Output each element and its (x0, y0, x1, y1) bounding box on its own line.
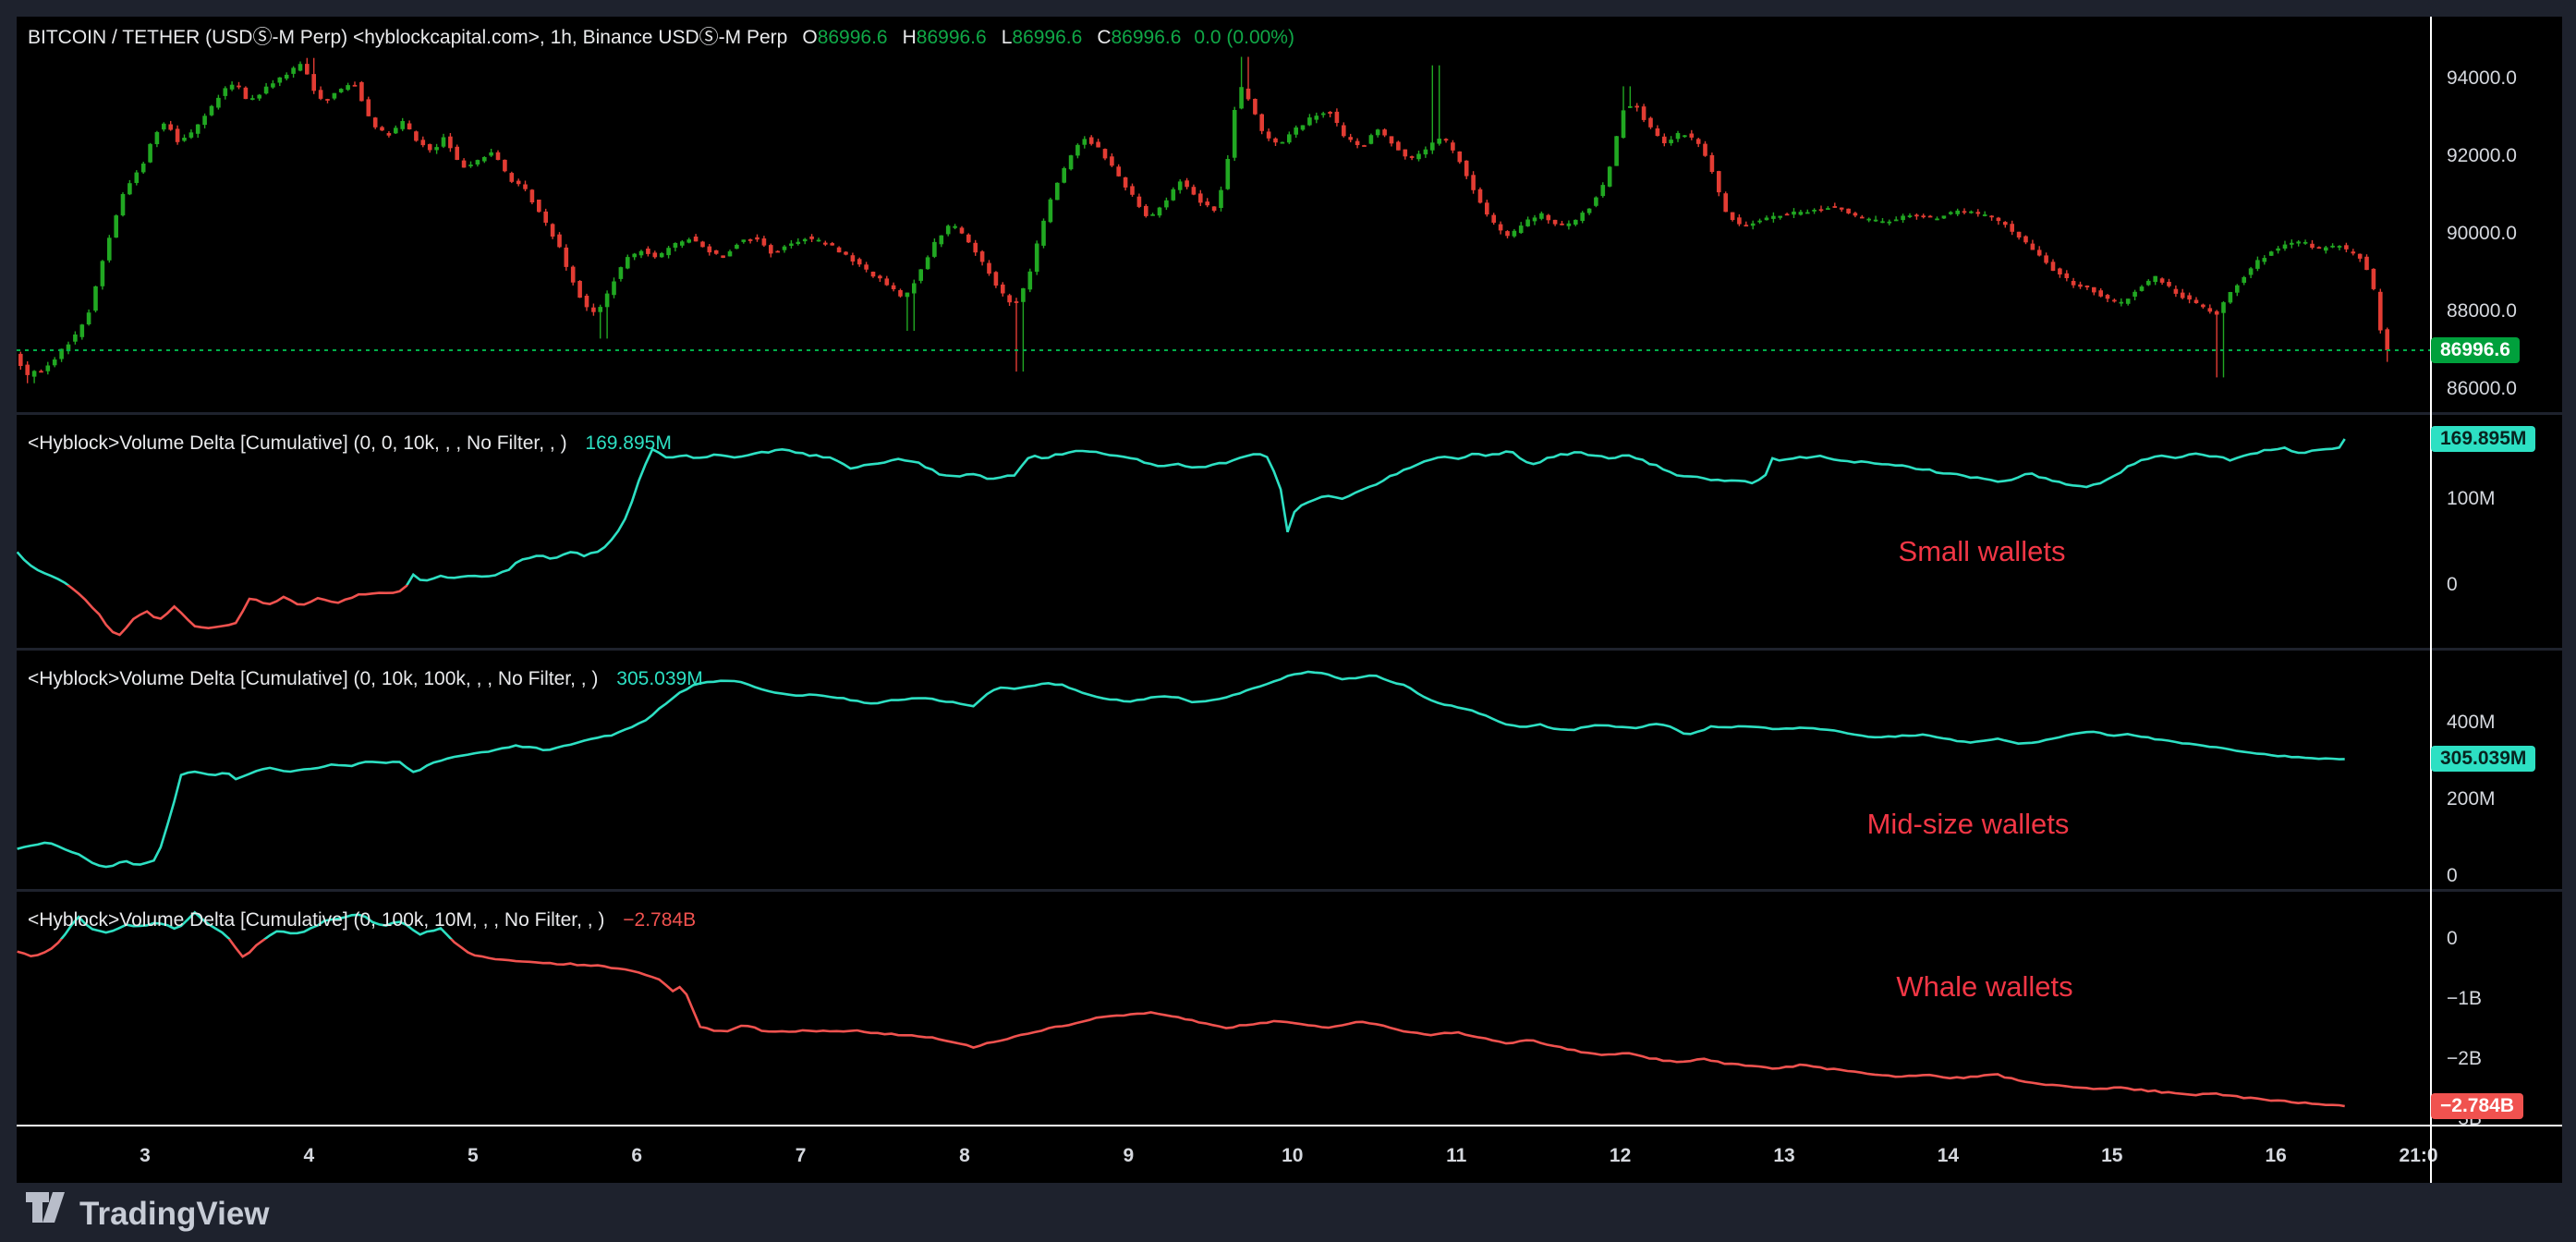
indicator-legend-whale-wallets[interactable]: <Hyblock>Volume Delta [Cumulative] (0, 1… (28, 909, 696, 932)
time-axis-tick[interactable]: 15 (2101, 1144, 2122, 1168)
tradingview-logo-icon[interactable] (26, 1192, 70, 1233)
last-value-label: 86996.6 (2431, 337, 2520, 363)
y-axis-tick[interactable]: −1B (2447, 988, 2482, 1010)
change-value: 0.0 (0.00%) (1194, 27, 1294, 48)
y-axis-tick[interactable]: 86000.0 (2447, 378, 2517, 400)
last-value-label: −2.784B (2431, 1093, 2523, 1119)
time-axis-tick[interactable]: 10 (1282, 1144, 1303, 1168)
time-axis-tick[interactable]: 21:0 (2400, 1144, 2438, 1168)
y-axis-tick[interactable]: 88000.0 (2447, 300, 2517, 323)
pane-separator[interactable] (17, 412, 2562, 415)
indicator-value: −2.784B (623, 909, 696, 931)
ohlc-open-value: 86996.6 (818, 27, 888, 48)
indicator-title: <Hyblock>Volume Delta [Cumulative] (0, 1… (28, 909, 604, 931)
time-axis-tick[interactable]: 16 (2266, 1144, 2287, 1168)
time-axis-tick[interactable]: 13 (1773, 1144, 1794, 1168)
indicator-value: 169.895M (585, 432, 671, 454)
time-axis-tick[interactable]: 5 (468, 1144, 479, 1168)
indicator-title: <Hyblock>Volume Delta [Cumulative] (0, 1… (28, 668, 598, 689)
ohlc-low-value: 86996.6 (1012, 27, 1082, 48)
price-scale-border (2430, 17, 2432, 1183)
ohlc-open-label: O (802, 27, 817, 48)
time-axis-tick[interactable]: 9 (1124, 1144, 1135, 1168)
footer-bar: TradingView (0, 1183, 2576, 1242)
tradingview-chart-window: BITCOIN / TETHER (USDⓈ-M Perp) <hyblockc… (0, 0, 2576, 1242)
y-axis-tick[interactable]: 100M (2447, 488, 2496, 510)
indicator-legend-mid-size-wallets[interactable]: <Hyblock>Volume Delta [Cumulative] (0, 1… (28, 668, 703, 690)
price-pane[interactable] (17, 17, 2430, 412)
time-axis-tick[interactable]: 8 (959, 1144, 970, 1168)
ohlc-close-value: 86996.6 (1111, 27, 1181, 48)
y-axis-tick[interactable]: 400M (2447, 712, 2496, 734)
annotation-small-wallets[interactable]: Small wallets (1899, 535, 2066, 568)
time-axis-tick[interactable]: 4 (304, 1144, 315, 1168)
time-axis-tick[interactable]: 7 (796, 1144, 807, 1168)
price-scale[interactable] (2432, 17, 2562, 1125)
annotation-whale-wallets[interactable]: Whale wallets (1896, 970, 2072, 1004)
indicator-title: <Hyblock>Volume Delta [Cumulative] (0, 0… (28, 432, 567, 454)
tradingview-wordmark[interactable]: TradingView (79, 1196, 270, 1233)
y-axis-tick[interactable]: 0 (2447, 574, 2458, 596)
y-axis-tick[interactable]: 200M (2447, 788, 2496, 810)
time-scale-border (17, 1125, 2562, 1126)
last-price-dotted-line (17, 349, 2430, 351)
last-value-label: 169.895M (2431, 426, 2535, 452)
indicator-legend-small-wallets[interactable]: <Hyblock>Volume Delta [Cumulative] (0, 0… (28, 432, 672, 455)
symbol-title: BITCOIN / TETHER (USDⓈ-M Perp) <hyblockc… (28, 27, 787, 48)
last-value-label: 305.039M (2431, 746, 2535, 772)
y-axis-tick[interactable]: 90000.0 (2447, 223, 2517, 245)
y-axis-tick[interactable]: 0 (2447, 928, 2458, 950)
y-axis-tick[interactable]: 92000.0 (2447, 145, 2517, 167)
indicator-value: 305.039M (616, 668, 702, 689)
ohlc-high-label: H (903, 27, 917, 48)
symbol-legend[interactable]: BITCOIN / TETHER (USDⓈ-M Perp) <hyblockc… (28, 22, 1294, 50)
time-axis-tick[interactable]: 14 (1938, 1144, 1959, 1168)
annotation-mid-size-wallets[interactable]: Mid-size wallets (1867, 808, 2070, 841)
time-axis-tick[interactable]: 11 (1446, 1144, 1466, 1168)
time-axis-tick[interactable]: 3 (140, 1144, 151, 1168)
ohlc-low-label: L (1002, 27, 1013, 48)
time-axis-tick[interactable]: 12 (1610, 1144, 1631, 1168)
y-axis-tick[interactable]: 0 (2447, 865, 2458, 887)
pane-separator[interactable] (17, 889, 2562, 892)
ohlc-close-label: C (1097, 27, 1111, 48)
pane-separator[interactable] (17, 648, 2562, 651)
y-axis-tick[interactable]: −2B (2447, 1048, 2482, 1070)
y-axis-tick[interactable]: 94000.0 (2447, 67, 2517, 90)
ohlc-high-value: 86996.6 (917, 27, 987, 48)
time-axis-tick[interactable]: 6 (631, 1144, 642, 1168)
